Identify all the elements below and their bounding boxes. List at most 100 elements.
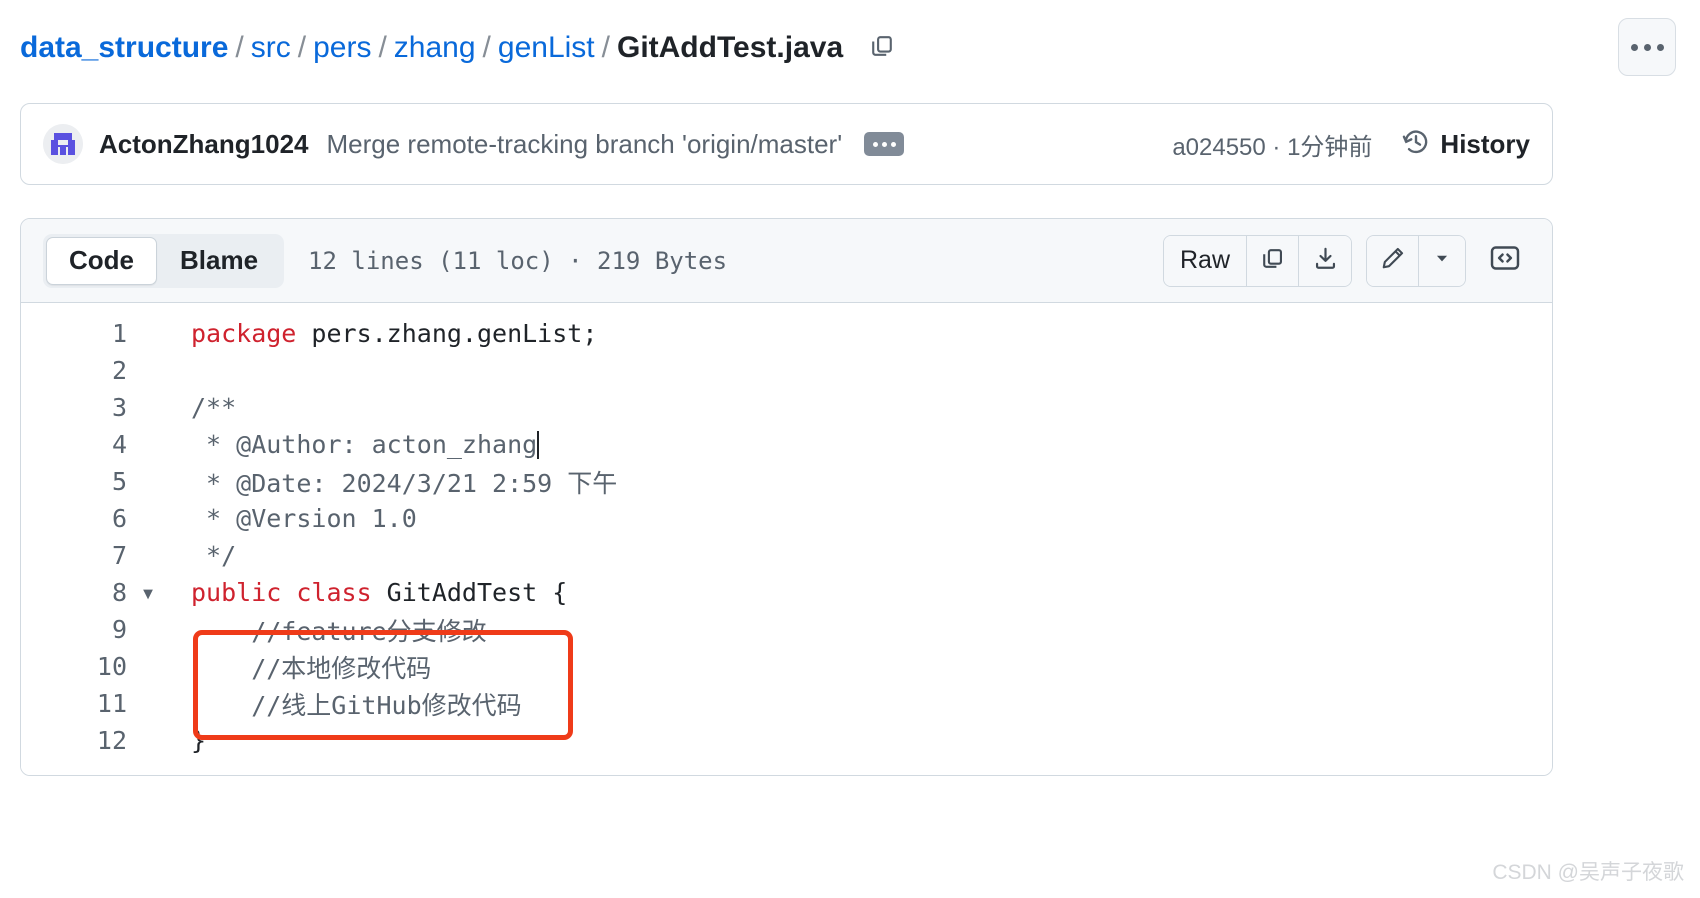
code-line-text[interactable]: //线上GitHub修改代码 <box>169 686 1552 722</box>
line-number[interactable]: 10 <box>21 652 127 681</box>
user-avatar-identicon <box>43 124 83 164</box>
edit-file-button[interactable] <box>1367 235 1419 286</box>
edit-options-button[interactable] <box>1419 235 1465 286</box>
chevron-down-icon <box>1433 249 1451 272</box>
line-number[interactable]: 3 <box>21 393 127 422</box>
line-number[interactable]: 1 <box>21 319 127 348</box>
code-token-keyword: public class <box>191 578 372 607</box>
breadcrumb-path: data_structure / src / pers / zhang / ge… <box>20 28 843 68</box>
breadcrumb-segment-pers[interactable]: pers <box>313 28 371 68</box>
code-line-text[interactable]: //本地修改代码 <box>169 649 1552 685</box>
download-icon <box>1313 246 1338 276</box>
code-token-keyword: package <box>191 319 297 348</box>
code-line-text[interactable]: } <box>169 726 1552 755</box>
download-button[interactable] <box>1299 235 1351 286</box>
copy-icon <box>869 33 895 64</box>
code-line-text[interactable]: * @Author: acton_zhang <box>169 430 1552 459</box>
fold-toggle-chevron-icon[interactable]: ▾ <box>127 578 169 607</box>
breadcrumb: data_structure / src / pers / zhang / ge… <box>20 18 1550 78</box>
breadcrumb-current-file: GitAddTest.java <box>616 31 844 64</box>
code-line: 1 package pers.zhang.genList; <box>21 315 1552 352</box>
breadcrumb-separator: / <box>601 31 610 64</box>
code-line: 10 //本地修改代码 <box>21 648 1552 685</box>
breadcrumb-separator: / <box>482 31 491 64</box>
line-number[interactable]: 11 <box>21 689 127 718</box>
code-token-comment: * @Author: acton_zhang <box>191 430 538 459</box>
code-line: 8 ▾ public class GitAddTest { <box>21 574 1552 611</box>
file-meta-text: 12 lines (11 loc) · 219 Bytes <box>308 246 728 275</box>
code-token-plain: } <box>191 726 207 755</box>
code-line-text[interactable]: * @Date: 2024/3/21 2:59 下午 <box>169 464 1552 500</box>
line-number[interactable]: 12 <box>21 726 127 755</box>
file-toolbar-actions: Raw <box>1162 234 1530 287</box>
symbols-panel-button[interactable] <box>1480 236 1530 286</box>
code-token-comment: */ <box>191 541 237 570</box>
history-clock-icon <box>1402 128 1430 161</box>
pencil-icon <box>1380 246 1405 276</box>
text-cursor <box>537 431 540 459</box>
copy-raw-icon <box>1260 246 1285 276</box>
breadcrumb-separator: / <box>235 31 244 64</box>
raw-button[interactable]: Raw <box>1163 235 1247 286</box>
line-number[interactable]: 9 <box>21 615 127 644</box>
history-label: History <box>1440 128 1530 159</box>
ellipsis-icon <box>890 141 896 147</box>
avatar[interactable] <box>43 124 83 164</box>
commit-message[interactable]: Merge remote-tracking branch 'origin/mas… <box>327 129 843 160</box>
kebab-horizontal-icon <box>1630 43 1638 51</box>
file-content-panel: Code Blame 12 lines (11 loc) · 219 Bytes… <box>20 218 1553 776</box>
code-line: 3 /** <box>21 389 1552 426</box>
code-line-text[interactable]: package pers.zhang.genList; <box>169 319 1552 348</box>
code-brackets-icon <box>1488 241 1522 280</box>
breadcrumb-segment-zhang[interactable]: zhang <box>394 28 476 68</box>
line-number[interactable]: 8 <box>21 578 127 607</box>
line-number[interactable]: 6 <box>21 504 127 533</box>
watermark: CSDN @吴声子夜歌 <box>1492 861 1684 884</box>
raw-copy-download-group: Raw <box>1162 234 1352 287</box>
code-line: 7 */ <box>21 537 1552 574</box>
code-line: 6 * @Version 1.0 <box>21 500 1552 537</box>
commit-expand-button[interactable] <box>864 132 905 156</box>
breadcrumb-segment-src[interactable]: src <box>251 28 291 68</box>
more-options-button[interactable] <box>1618 18 1676 76</box>
line-number[interactable]: 2 <box>21 356 127 385</box>
code-line: 12 } <box>21 722 1552 759</box>
code-line-text[interactable]: public class GitAddTest { <box>169 578 1552 607</box>
breadcrumb-segment-genlist[interactable]: genList <box>498 28 595 68</box>
code-token-comment: //线上GitHub修改代码 <box>191 690 522 720</box>
code-line: 9 //feature分支修改 <box>21 611 1552 648</box>
history-button[interactable]: History <box>1402 128 1530 161</box>
code-line-text[interactable]: //feature分支修改 <box>169 612 1552 648</box>
code-line: 11 //线上GitHub修改代码 <box>21 685 1552 722</box>
commit-author-name[interactable]: ActonZhang1024 <box>99 129 309 160</box>
kebab-horizontal-icon <box>1656 43 1664 51</box>
copy-path-button[interactable] <box>865 31 899 65</box>
code-token-plain: pers.zhang.genList; <box>296 319 598 348</box>
edit-button-group <box>1366 234 1466 287</box>
code-line: 4 * @Author: acton_zhang <box>21 426 1552 463</box>
line-number[interactable]: 7 <box>21 541 127 570</box>
breadcrumb-separator: / <box>378 31 387 64</box>
code-line-text[interactable]: * @Version 1.0 <box>169 504 1552 533</box>
breadcrumb-separator: / <box>297 31 307 64</box>
code-lines-container: 1 package pers.zhang.genList; 2 3 /** 4 … <box>21 303 1552 775</box>
commit-sha-and-time[interactable]: a024550 · 1分钟前 <box>1172 127 1372 162</box>
tab-blame[interactable]: Blame <box>157 237 281 285</box>
latest-commit-bar: ActonZhang1024 Merge remote-tracking bra… <box>20 103 1553 185</box>
code-line: 2 <box>21 352 1552 389</box>
code-line-text[interactable]: */ <box>169 541 1552 570</box>
line-number[interactable]: 4 <box>21 430 127 459</box>
file-toolbar: Code Blame 12 lines (11 loc) · 219 Bytes… <box>21 219 1552 303</box>
code-token-comment: * @Date: 2024/3/21 2:59 下午 <box>191 468 618 498</box>
code-line-text[interactable]: /** <box>169 393 1552 422</box>
ellipsis-icon <box>872 141 878 147</box>
ellipsis-icon <box>881 141 887 147</box>
code-token-comment: * @Version 1.0 <box>191 504 417 533</box>
code-blame-toggle: Code Blame <box>43 233 285 288</box>
copy-raw-button[interactable] <box>1247 235 1299 286</box>
line-number[interactable]: 5 <box>21 467 127 496</box>
commit-meta-right: a024550 · 1分钟前 History <box>1172 127 1530 162</box>
tab-code[interactable]: Code <box>46 236 157 285</box>
code-token-comment: //本地修改代码 <box>191 653 432 683</box>
breadcrumb-repo-link[interactable]: data_structure <box>20 28 228 68</box>
